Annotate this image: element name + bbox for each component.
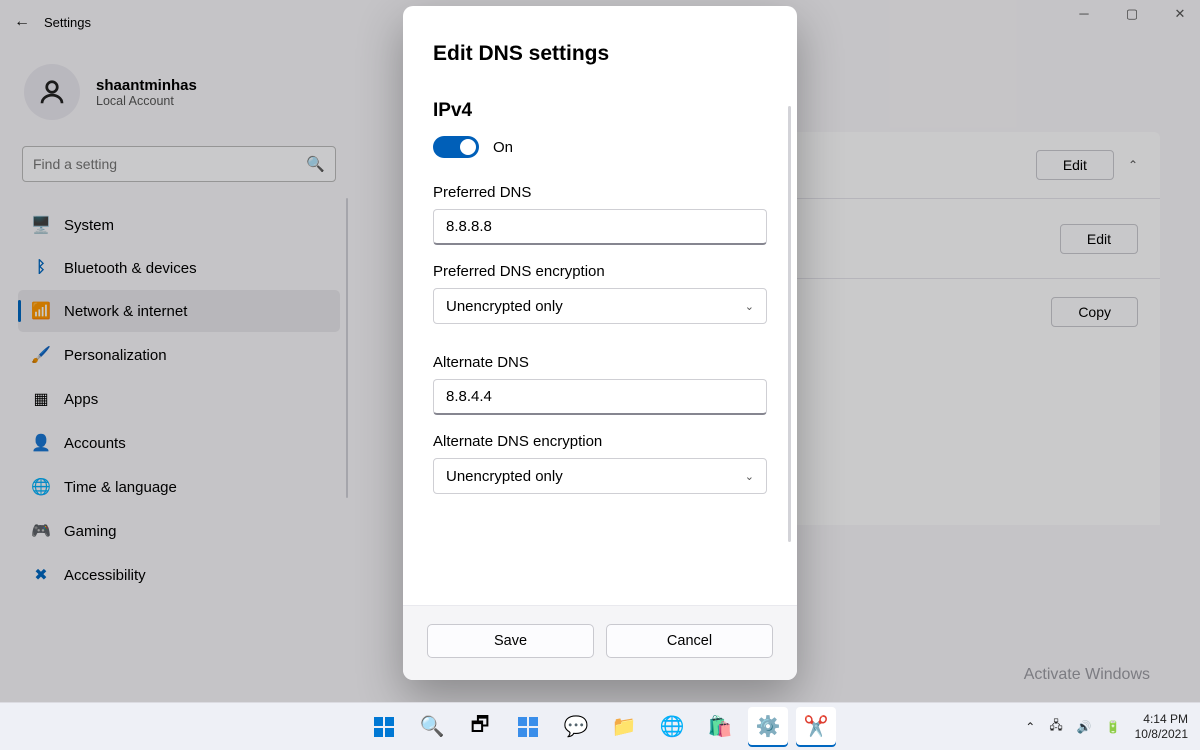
alternate-enc-label: Alternate DNS encryption (433, 433, 767, 450)
dialog-scrollbar[interactable] (788, 106, 791, 542)
tray-chevron-icon[interactable]: ⌃ (1025, 720, 1035, 734)
ipv4-toggle[interactable] (433, 136, 479, 158)
edit-dns-dialog: Edit DNS settings IPv4 On Preferred DNS … (403, 6, 797, 680)
snip-tool-icon[interactable]: ✂️ (796, 707, 836, 747)
clock-time: 4:14 PM (1135, 712, 1188, 727)
clock[interactable]: 4:14 PM 10/8/2021 (1135, 712, 1188, 742)
taskbar: 🔍 🗗 💬 📁 🌐 🛍️ ⚙️ ✂️ ⌃ 🖧 🔊 🔋 4:14 PM 10/8/… (0, 702, 1200, 750)
cancel-button[interactable]: Cancel (606, 624, 773, 658)
widgets-icon[interactable] (508, 707, 548, 747)
start-button[interactable] (364, 707, 404, 747)
select-value: Unencrypted only (446, 298, 563, 315)
preferred-dns-label: Preferred DNS (433, 184, 767, 201)
select-value: Unencrypted only (446, 468, 563, 485)
alternate-dns-input[interactable]: 8.8.4.4 (433, 379, 767, 415)
input-value: 8.8.4.4 (446, 388, 492, 405)
store-icon[interactable]: 🛍️ (700, 707, 740, 747)
toggle-state-label: On (493, 139, 513, 156)
chevron-down-icon: ⌄ (745, 300, 754, 313)
preferred-enc-select[interactable]: Unencrypted only ⌄ (433, 288, 767, 324)
chat-icon[interactable]: 💬 (556, 707, 596, 747)
task-view-icon[interactable]: 🗗 (460, 707, 500, 747)
section-ipv4: IPv4 (433, 100, 767, 122)
file-explorer-icon[interactable]: 📁 (604, 707, 644, 747)
modal-overlay: Edit DNS settings IPv4 On Preferred DNS … (0, 0, 1200, 750)
volume-tray-icon[interactable]: 🔊 (1077, 720, 1092, 734)
alternate-dns-label: Alternate DNS (433, 354, 767, 371)
settings-taskbar-icon[interactable]: ⚙️ (748, 707, 788, 747)
preferred-enc-label: Preferred DNS encryption (433, 263, 767, 280)
input-value: 8.8.8.8 (446, 218, 492, 235)
battery-tray-icon[interactable]: 🔋 (1106, 720, 1121, 734)
network-tray-icon[interactable]: 🖧 (1049, 716, 1062, 737)
taskbar-search-icon[interactable]: 🔍 (412, 707, 452, 747)
alternate-enc-select[interactable]: Unencrypted only ⌄ (433, 458, 767, 494)
system-tray[interactable]: ⌃ 🖧 🔊 🔋 4:14 PM 10/8/2021 (1025, 712, 1188, 742)
dialog-title: Edit DNS settings (433, 42, 767, 66)
chevron-down-icon: ⌄ (745, 470, 754, 483)
edge-icon[interactable]: 🌐 (652, 707, 692, 747)
save-button[interactable]: Save (427, 624, 594, 658)
preferred-dns-input[interactable]: 8.8.8.8 (433, 209, 767, 245)
clock-date: 10/8/2021 (1135, 727, 1188, 742)
